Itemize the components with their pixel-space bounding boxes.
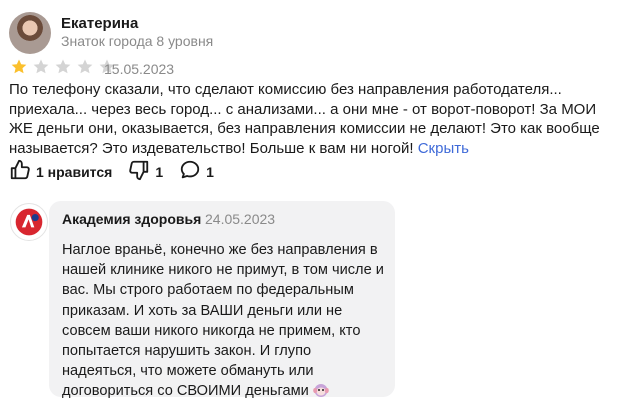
reply-date: 24.05.2023	[205, 211, 276, 227]
org-reply: Академия здоровья 24.05.2023 Наглое вран…	[49, 201, 395, 399]
org-name[interactable]: Академия здоровья	[62, 211, 201, 227]
author-name[interactable]: Екатерина	[61, 15, 138, 32]
hear-no-evil-monkey-icon	[313, 382, 329, 398]
dislike-button[interactable]: 1	[128, 159, 163, 184]
comment-bubble-icon	[179, 159, 201, 184]
like-button[interactable]: 1 нравится	[9, 159, 112, 184]
author-avatar[interactable]	[9, 12, 51, 54]
comments-button[interactable]: 1	[179, 159, 214, 184]
comments-count: 1	[206, 163, 214, 180]
star-filled-icon	[11, 59, 27, 74]
rating-stars	[9, 58, 117, 76]
org-logo[interactable]	[10, 203, 48, 241]
collapse-link[interactable]: Скрыть	[418, 140, 469, 157]
author-level: Знаток города 8 уровня	[61, 33, 214, 49]
star-empty-icon	[33, 59, 49, 74]
reply-text: Наглое враньё, конечно же без направлени…	[62, 240, 387, 402]
review-body: По телефону сказали, что сделают комисси…	[9, 81, 600, 157]
like-count: 1 нравится	[36, 163, 113, 180]
dislike-count: 1	[155, 163, 164, 180]
star-empty-icon	[55, 59, 71, 74]
reply-body: Наглое враньё, конечно же без направлени…	[62, 242, 384, 400]
thumb-down-icon	[128, 159, 150, 184]
review-actions: 1 нравится 1 1	[9, 159, 230, 184]
star-empty-icon	[77, 59, 93, 74]
thumb-up-icon	[9, 159, 31, 184]
review-date: 15.05.2023	[104, 61, 175, 77]
review-text: По телефону сказали, что сделают комисси…	[9, 80, 609, 158]
